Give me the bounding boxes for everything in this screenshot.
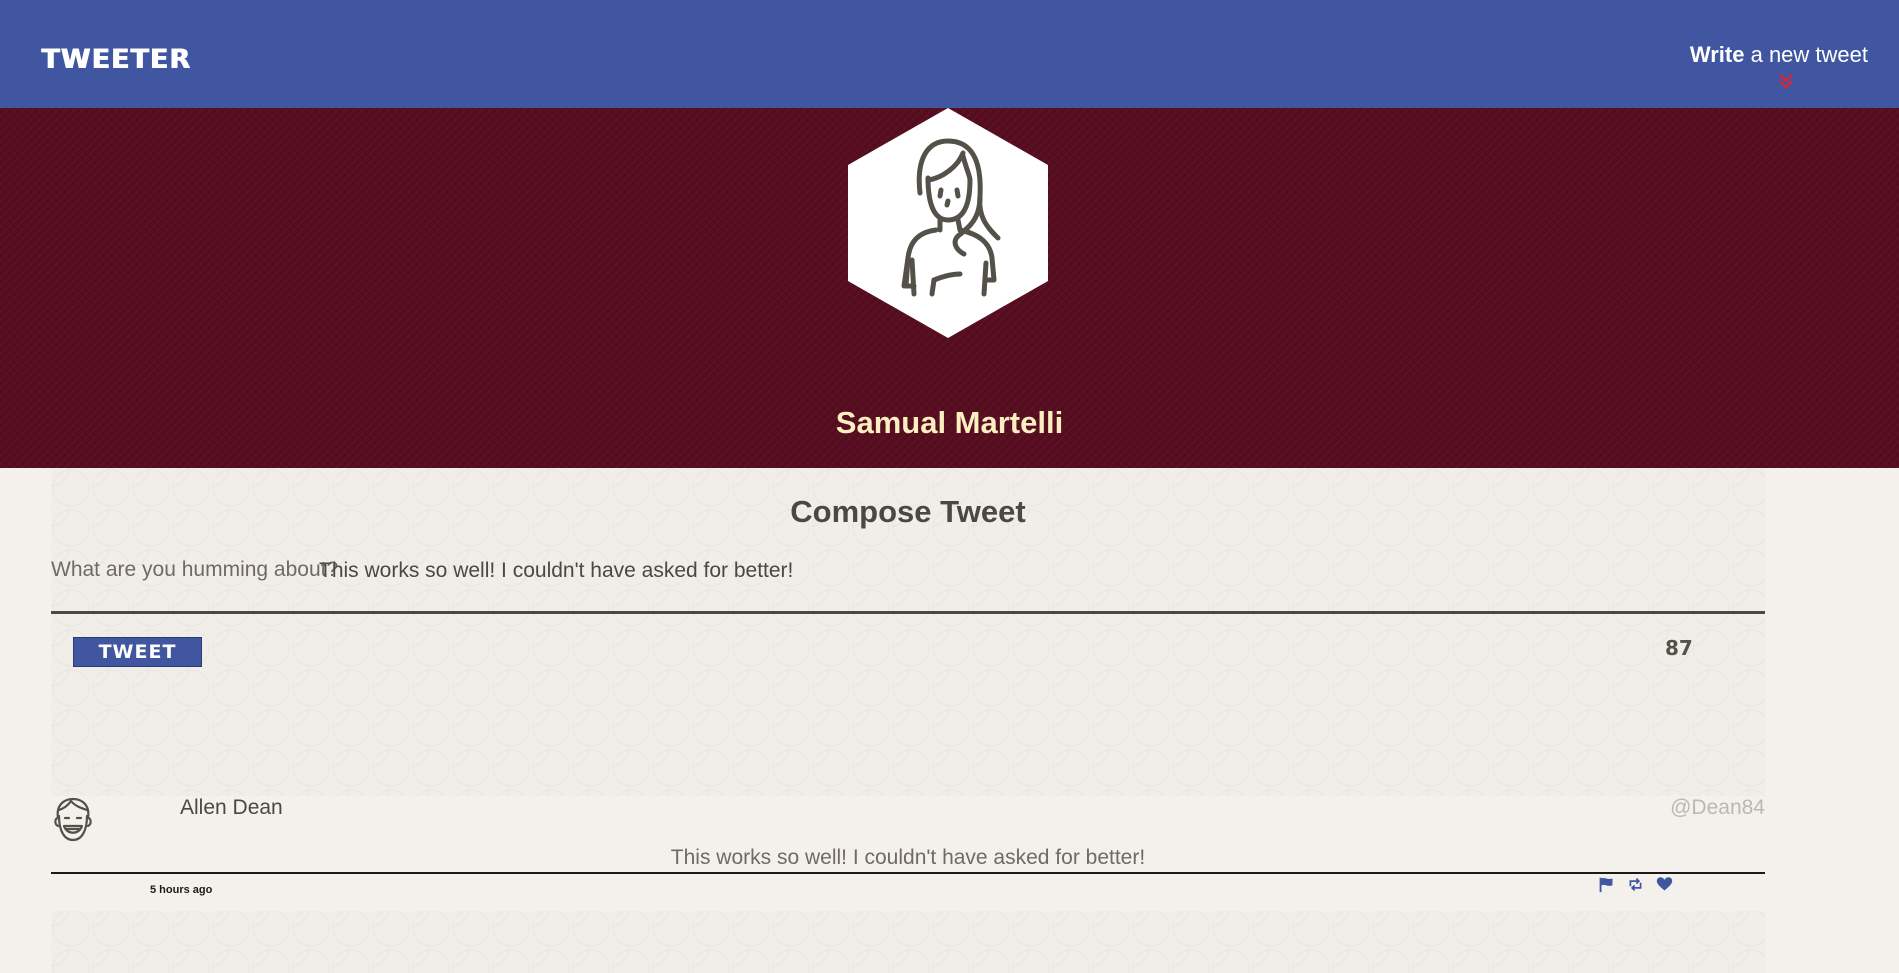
tweet-author-handle: @Dean84: [1670, 796, 1765, 819]
write-bold-label: Write: [1689, 42, 1745, 67]
compose-underline: [51, 611, 1765, 614]
profile-header: Samual Martelli: [0, 108, 1899, 468]
double-chevron-down-icon[interactable]: [1777, 72, 1795, 90]
tweet-actions: [1598, 876, 1673, 896]
tweet-timestamp: 5 hours ago: [150, 884, 213, 896]
tweet-textarea[interactable]: This works so well! I couldn't have aske…: [319, 555, 1739, 595]
brand-logo[interactable]: TWEETER: [41, 44, 191, 75]
tweet-submit-button[interactable]: TWEET: [73, 637, 202, 667]
tweet-author-name: Allen Dean: [180, 796, 283, 819]
compose-title: Compose Tweet: [790, 494, 1026, 529]
tweet-card: Allen Dean @Dean84 This works so well! I…: [51, 796, 1765, 911]
retweet-icon[interactable]: [1627, 876, 1644, 893]
smiling-man-avatar-icon: [54, 797, 92, 842]
main-container: Compose Tweet What are you humming about…: [51, 468, 1765, 973]
woman-avatar-icon: [848, 108, 1048, 338]
flag-icon[interactable]: [1598, 876, 1615, 893]
compose-label: What are you humming about?: [51, 558, 339, 581]
tweet-content: This works so well! I couldn't have aske…: [670, 846, 1146, 869]
top-nav: TWEETER Write a new tweet: [0, 0, 1899, 108]
char-counter: 87: [1665, 636, 1693, 660]
profile-name: Samual Martelli: [835, 405, 1064, 440]
heart-icon[interactable]: [1656, 876, 1673, 893]
tweet-divider: [51, 872, 1765, 874]
write-new-tweet-toggle[interactable]: Write a new tweet: [1689, 42, 1868, 89]
write-rest-label: a new tweet: [1744, 42, 1868, 67]
